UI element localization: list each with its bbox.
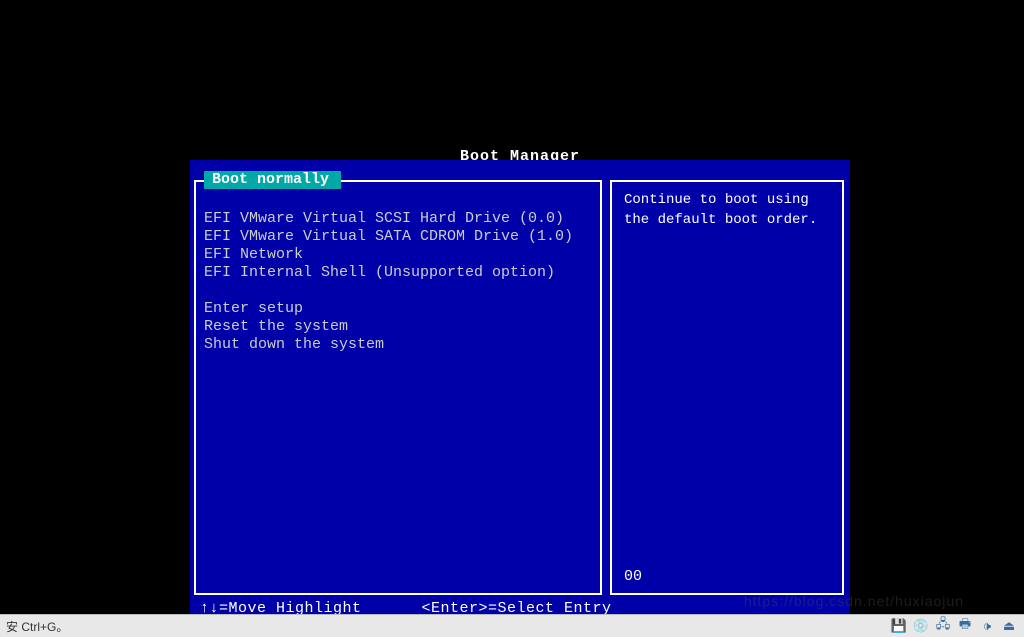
help-code: 00	[624, 568, 642, 585]
vm-status-bar: 安 Ctrl+G。 💾 💿 🖧 🖶 🕩 ⏏	[0, 614, 1024, 637]
cd-icon[interactable]: 💿	[912, 618, 930, 634]
help-panel: Continue to boot using the default boot …	[610, 180, 844, 595]
boot-option-enter-setup[interactable]: Enter setup	[196, 300, 600, 318]
help-text: Continue to boot using the default boot …	[612, 182, 842, 238]
boot-manager-screen: Boot normally EFI VMware Virtual SCSI Ha…	[190, 160, 850, 615]
disk-icon[interactable]: 💾	[890, 618, 908, 634]
boot-option-network[interactable]: EFI Network	[196, 246, 600, 264]
boot-option-sata-cdrom[interactable]: EFI VMware Virtual SATA CDROM Drive (1.0…	[196, 228, 600, 246]
boot-option-boot-normally[interactable]: Boot normally	[204, 171, 341, 189]
boot-option-scsi-drive[interactable]: EFI VMware Virtual SCSI Hard Drive (0.0)	[196, 210, 600, 228]
usb-icon[interactable]: ⏏	[1000, 618, 1018, 634]
status-hint: 安 Ctrl+G。	[6, 618, 68, 635]
network-icon[interactable]: 🖧	[934, 618, 952, 634]
boot-option-shutdown-system[interactable]: Shut down the system	[196, 336, 600, 354]
boot-device-list: EFI VMware Virtual SCSI Hard Drive (0.0)…	[196, 200, 600, 282]
boot-option-reset-system[interactable]: Reset the system	[196, 318, 600, 336]
boot-option-internal-shell[interactable]: EFI Internal Shell (Unsupported option)	[196, 264, 600, 282]
boot-options-panel: Boot normally EFI VMware Virtual SCSI Ha…	[194, 180, 602, 595]
sound-icon[interactable]: 🕩	[978, 618, 996, 634]
watermark-text: https://blog.csdn.net/huxiaojun	[744, 593, 964, 609]
system-actions-list: Enter setup Reset the system Shut down t…	[196, 300, 600, 354]
printer-icon[interactable]: 🖶	[956, 618, 974, 634]
vm-tray: 💾 💿 🖧 🖶 🕩 ⏏	[890, 618, 1018, 634]
